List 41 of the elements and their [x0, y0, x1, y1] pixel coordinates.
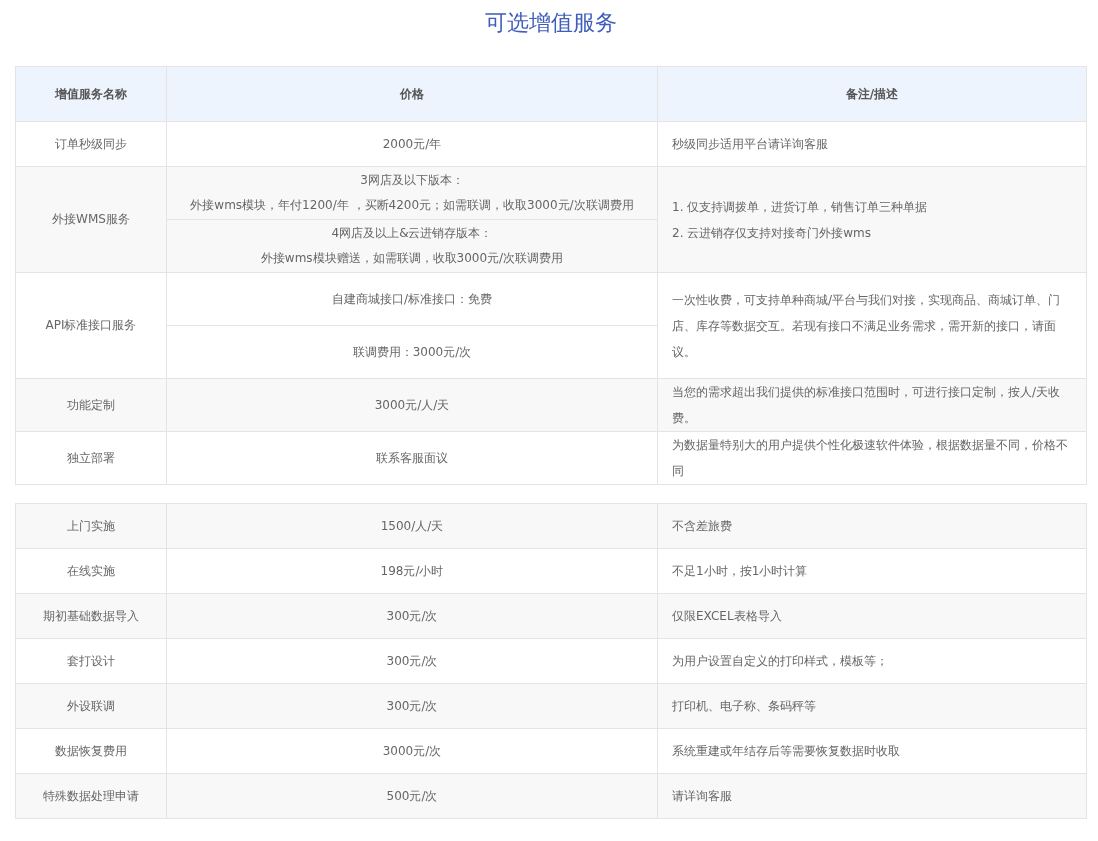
- table-cell: 联系客服面议: [166, 431, 658, 485]
- table-cell: 3000元/人/天: [166, 378, 658, 432]
- table-cell: 为用户设置自定义的打印样式，模板等；: [657, 638, 1087, 684]
- table-cell: 打印机、电子称、条码秤等: [657, 683, 1087, 729]
- table-cell: 功能定制: [15, 378, 167, 432]
- table-cell: 秒级同步适用平台请详询客服: [657, 121, 1087, 167]
- table-cell: 1. 仅支持调拨单，进货订单，销售订单三种单据 2. 云进销存仅支持对接奇门外接wms: [657, 166, 1087, 273]
- table-cell: 不足1小时，按1小时计算: [657, 548, 1087, 594]
- table-cell: 外接WMS服务: [15, 166, 167, 273]
- table-cell: 独立部署: [15, 431, 167, 485]
- table-cell: 198元/小时: [166, 548, 658, 594]
- table-cell: 1500/人/天: [166, 503, 658, 549]
- table-cell: 数据恢复费用: [15, 728, 167, 774]
- table-cell: 3网店及以下版本： 外接wms模块，年付1200/年 ，买断4200元；如需联调，收取3000元/次联调费用: [166, 166, 658, 220]
- table-cell: 一次性收费，可支持单种商城/平台与我们对接，实现商品、商城订单、门店、库存等数据交互。若现有接口不满足业务需求，需开新的接口，请面议。: [657, 272, 1087, 379]
- table-cell: 2000元/年: [166, 121, 658, 167]
- table-cell: 3000元/次: [166, 728, 658, 774]
- table-cell: 订单秒级同步: [15, 121, 167, 167]
- table-cell: 4网店及以上&云进销存版本： 外接wms模块赠送，如需联调，收取3000元/次联调费用: [166, 219, 658, 273]
- table-cell: 上门实施: [15, 503, 167, 549]
- table-cell: 系统重建或年结存后等需要恢复数据时收取: [657, 728, 1087, 774]
- table-cell: 特殊数据处理申请: [15, 773, 167, 819]
- table-cell: 300元/次: [166, 638, 658, 684]
- table-cell: 请详询客服: [657, 773, 1087, 819]
- table-cell: 套打设计: [15, 638, 167, 684]
- table-cell: 500元/次: [166, 773, 658, 819]
- table-cell: 期初基础数据导入: [15, 593, 167, 639]
- table-cell: 自建商城接口/标准接口：免费: [166, 272, 658, 326]
- table-cell: 为数据量特别大的用户提供个性化极速软件体验，根据数据量不同，价格不同: [657, 431, 1087, 485]
- table-cell: 当您的需求超出我们提供的标准接口范围时，可进行接口定制，按人/天收费。: [657, 378, 1087, 432]
- column-header: 备注/描述: [657, 66, 1087, 122]
- table-cell: 在线实施: [15, 548, 167, 594]
- table-cell: 外设联调: [15, 683, 167, 729]
- table-cell: 300元/次: [166, 683, 658, 729]
- table-cell: 不含差旅费: [657, 503, 1087, 549]
- page-title: 可选增值服务: [483, 9, 618, 37]
- table-cell: API标准接口服务: [15, 272, 167, 379]
- table-cell: 300元/次: [166, 593, 658, 639]
- table-cell: 仅限EXCEL表格导入: [657, 593, 1087, 639]
- column-header: 增值服务名称: [15, 66, 167, 122]
- column-header: 价格: [166, 66, 658, 122]
